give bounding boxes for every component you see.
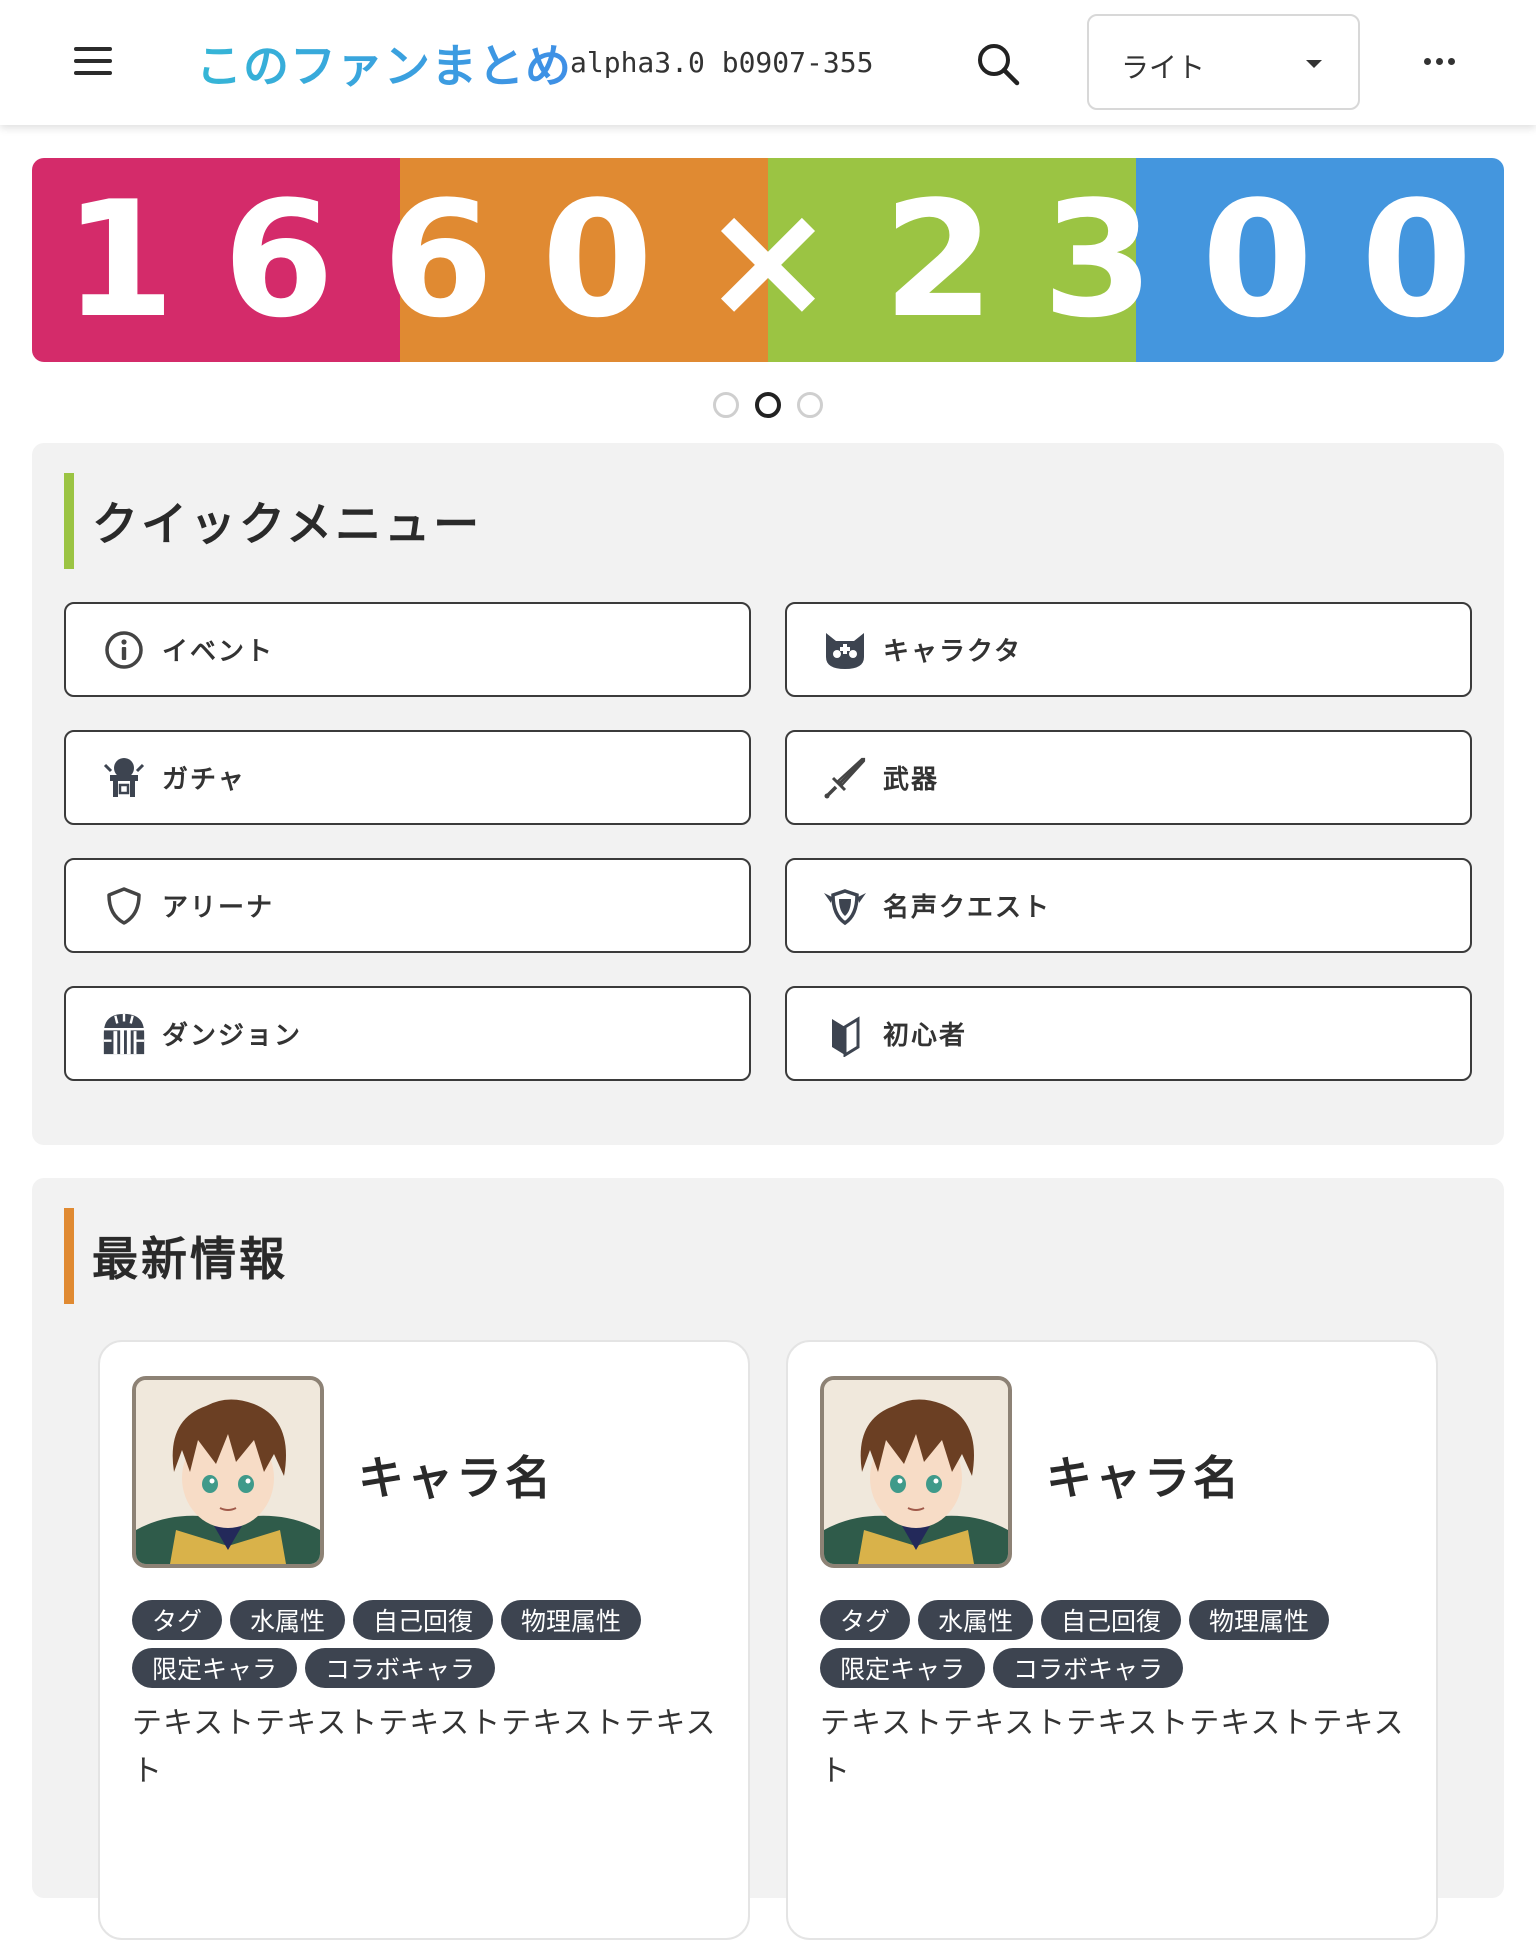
sword-icon <box>821 754 869 802</box>
card-description: テキストテキストテキストテキストテキスト <box>132 1706 717 1789</box>
shield-icon <box>100 882 148 930</box>
character-name: キャラ名 <box>358 1451 554 1505</box>
quick-menu-button[interactable]: ダンジョン <box>64 986 751 1081</box>
quick-menu-label: キャラクタ <box>883 637 1022 667</box>
tag-chip[interactable]: タグ <box>132 1600 223 1640</box>
news-card[interactable]: キャラ名タグ 水属性 自己回復 物理属性限定キャラ コラボキャラテキストテキストテキスト… <box>786 1340 1438 1940</box>
info-icon <box>100 626 148 674</box>
tag-list: タグ 水属性 自己回復 物理属性限定キャラ コラボキャラ <box>820 1600 1410 1688</box>
gacha-machine-icon <box>100 754 148 802</box>
quick-menu-label: 初心者 <box>883 1021 968 1051</box>
chevron-down-icon <box>1306 60 1322 68</box>
news-card[interactable]: キャラ名タグ 水属性 自己回復 物理属性限定キャラ コラボキャラテキストテキストテキスト… <box>98 1340 750 1940</box>
banner-text: 1660×2300 <box>63 166 1504 353</box>
section-accent-bar <box>64 1208 74 1304</box>
app-header: このファンまとめ alpha3.0 b0907-355 ライト <box>0 0 1536 125</box>
quick-menu-button[interactable]: 初心者 <box>785 986 1472 1081</box>
section-header: 最新情報 <box>64 1208 288 1304</box>
carousel-dot[interactable] <box>797 392 823 418</box>
tag-chip[interactable]: 水属性 <box>230 1600 346 1640</box>
carousel-dot[interactable] <box>713 392 739 418</box>
site-title[interactable]: このファンまとめ <box>196 30 572 96</box>
theme-select[interactable]: ライト <box>1087 14 1360 110</box>
hamburger-menu-icon[interactable] <box>74 45 116 77</box>
section-header: クイックメニュー <box>64 473 482 569</box>
tag-chip[interactable]: コラボキャラ <box>993 1648 1184 1688</box>
tag-chip[interactable]: 自己回復 <box>353 1600 494 1640</box>
character-avatar <box>132 1376 324 1568</box>
tag-chip[interactable]: コラボキャラ <box>305 1648 496 1688</box>
tag-chip[interactable]: 限定キャラ <box>820 1648 986 1688</box>
beginner-mark-icon <box>821 1010 869 1058</box>
section-title: 最新情報 <box>92 1232 288 1286</box>
quick-menu-button[interactable]: アリーナ <box>64 858 751 953</box>
character-name: キャラ名 <box>1046 1451 1242 1505</box>
quick-menu-button[interactable]: 武器 <box>785 730 1472 825</box>
quick-menu-label: 名声クエスト <box>883 893 1052 923</box>
quick-menu-grid: イベント キャラクタガチャ 武器アリーナ 名声クエストダンジョン 初心者 <box>64 602 1472 1081</box>
banner-carousel[interactable]: 1660×2300 <box>32 158 1504 362</box>
section-accent-bar <box>64 473 74 569</box>
quick-menu-section: クイックメニュー イベント キャラクタガチャ 武器アリーナ 名声クエストダンジョン 初心… <box>32 443 1504 1145</box>
theme-select-value: ライト <box>1121 51 1206 84</box>
quick-menu-label: イベント <box>162 637 275 667</box>
card-description: テキストテキストテキストテキストテキスト <box>820 1706 1405 1789</box>
news-card-list: キャラ名 タグ 水属性 自己回復 物理属性 限定キャラ コラボキャラ テキストテキストテキスト… <box>98 1340 1438 1940</box>
quick-menu-label: ダンジョン <box>162 1021 303 1051</box>
quick-menu-button[interactable]: イベント <box>64 602 751 697</box>
character-avatar <box>820 1376 1012 1568</box>
tag-chip[interactable]: 水属性 <box>918 1600 1034 1640</box>
tag-chip[interactable]: 物理属性 <box>1189 1600 1330 1640</box>
carousel-dot[interactable] <box>755 392 781 418</box>
quick-menu-label: ガチャ <box>162 765 246 795</box>
dungeon-gate-icon <box>100 1010 148 1058</box>
tag-chip[interactable]: 限定キャラ <box>132 1648 298 1688</box>
search-icon[interactable] <box>974 40 1022 88</box>
tag-list: タグ 水属性 自己回復 物理属性限定キャラ コラボキャラ <box>132 1600 722 1688</box>
quick-menu-button[interactable]: 名声クエスト <box>785 858 1472 953</box>
tag-chip[interactable]: 自己回復 <box>1041 1600 1182 1640</box>
quick-menu-button[interactable]: ガチャ <box>64 730 751 825</box>
winged-shield-icon <box>821 882 869 930</box>
quick-menu-label: アリーナ <box>162 893 275 923</box>
more-options-icon[interactable] <box>1420 52 1460 72</box>
section-title: クイックメニュー <box>92 497 483 551</box>
quick-menu-label: 武器 <box>883 765 940 795</box>
quick-menu-button[interactable]: キャラクタ <box>785 602 1472 697</box>
tag-chip[interactable]: タグ <box>820 1600 911 1640</box>
tag-chip[interactable]: 物理属性 <box>501 1600 642 1640</box>
news-section: 最新情報 キャラ名 タグ 水属性 自己回復 物理属性 限定キャラ コラボキャラ テキストテキス… <box>32 1178 1504 1940</box>
carousel-indicators <box>0 392 1536 418</box>
version-label: alpha3.0 b0907-355 <box>570 46 874 79</box>
cat-face-icon <box>821 626 869 674</box>
